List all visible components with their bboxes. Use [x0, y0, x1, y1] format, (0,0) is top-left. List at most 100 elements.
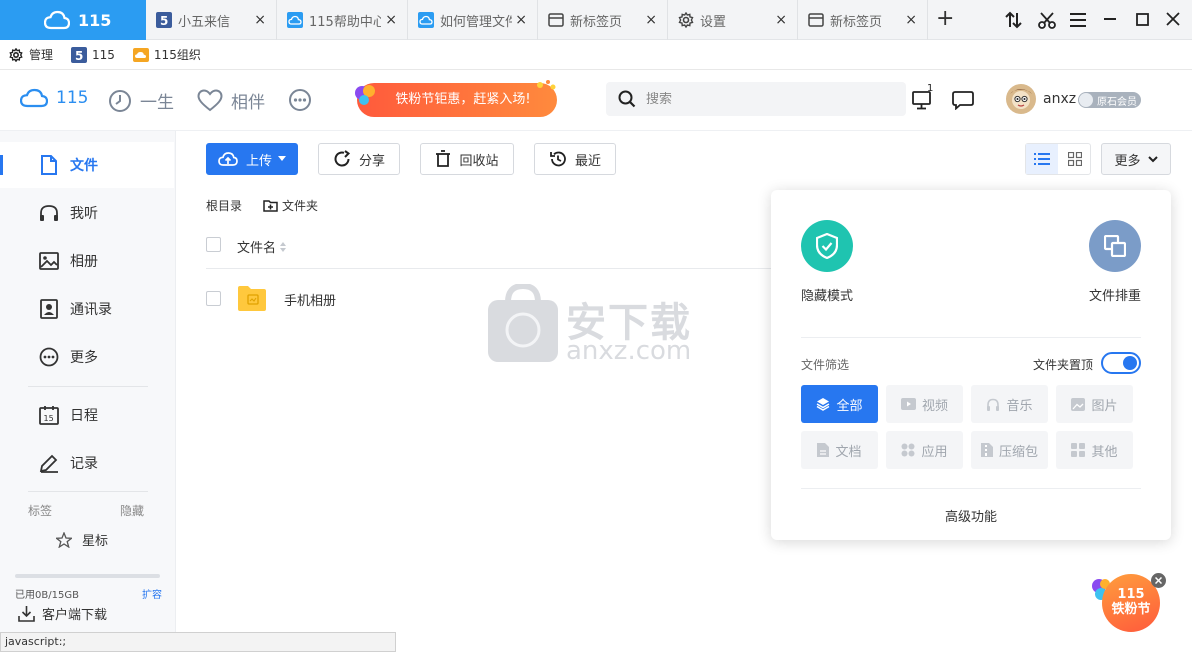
file-dedup-label[interactable]: 文件排重 [1089, 285, 1141, 304]
search-box[interactable] [606, 82, 906, 116]
client-download[interactable]: 客户端下载 [18, 604, 107, 623]
file-name[interactable]: 手机相册 [284, 290, 336, 309]
115-logo-icon: 5 [156, 12, 172, 28]
recent-button[interactable]: 最近 [534, 143, 616, 175]
promo-banner[interactable]: 铁粉节钜惠，赶紧入场! [352, 78, 558, 120]
filter-picture[interactable]: 图片 [1056, 385, 1133, 423]
filter-apps[interactable]: 应用 [886, 431, 963, 469]
hide-tags-link[interactable]: 隐藏 [120, 502, 144, 519]
svg-text:15: 15 [44, 414, 54, 423]
history-icon [549, 150, 567, 168]
advanced-features-link[interactable]: 高级功能 [771, 506, 1171, 525]
nav-115[interactable]: 115 [20, 88, 88, 108]
close-tab-icon[interactable]: × [775, 12, 787, 28]
fan-festival-badge[interactable]: 115 铁粉节 [1090, 570, 1168, 636]
share-icon [333, 150, 351, 168]
other-icon [1071, 443, 1086, 457]
storage-used: 已用0B/15GB [15, 590, 79, 601]
message-icon[interactable] [952, 90, 974, 110]
sidebar-item-listen[interactable]: 我听 [0, 190, 174, 236]
filter-other[interactable]: 其他 [1056, 431, 1133, 469]
sidebar-divider [28, 491, 148, 492]
sidebar-item-record[interactable]: 记录 [0, 440, 174, 486]
more-button[interactable]: 更多 [1101, 143, 1171, 175]
minimize-icon[interactable] [1104, 18, 1116, 22]
sidebar-item-files[interactable]: 文件 [0, 142, 174, 188]
maximize-icon[interactable] [1136, 13, 1149, 26]
username[interactable]: anxz [1043, 91, 1076, 107]
close-badge-icon[interactable] [1151, 573, 1166, 588]
tab-115[interactable]: 115 [0, 0, 146, 40]
tab-newtab-2[interactable]: 新标签页 × [798, 0, 928, 40]
filter-video[interactable]: 视频 [886, 385, 963, 423]
more-circle-icon[interactable] [288, 88, 312, 112]
tab-xiaowu[interactable]: 5 小五来信 × [146, 0, 277, 40]
new-tab-button[interactable]: + [936, 6, 954, 31]
tab-newtab[interactable]: 新标签页 × [538, 0, 668, 40]
file-icon [38, 155, 60, 175]
window-icon [808, 12, 824, 28]
sidebar-item-contacts[interactable]: 通讯录 [0, 286, 174, 332]
filter-all[interactable]: 全部 [801, 385, 878, 423]
hidden-mode-button[interactable] [801, 220, 853, 272]
nav-yisheng[interactable]: 一生 [108, 88, 174, 113]
filter-zip[interactable]: 压缩包 [971, 431, 1048, 469]
sidebar-item-schedule[interactable]: 15 日程 [0, 392, 174, 438]
list-view-icon[interactable] [1026, 144, 1058, 174]
close-tab-icon[interactable]: × [385, 12, 397, 28]
caret-down-icon [278, 156, 286, 162]
bookmark-manage[interactable]: 管理 [8, 46, 53, 63]
cloud-icon [287, 12, 303, 28]
tab-settings[interactable]: 设置 × [668, 0, 798, 40]
close-tab-icon[interactable]: × [905, 12, 917, 28]
cloud-icon [20, 88, 48, 108]
tab-manage[interactable]: 如何管理文件 × [408, 0, 538, 40]
upload-button[interactable]: 上传 [206, 143, 298, 175]
star-tag[interactable]: 星标 [56, 530, 108, 549]
close-tab-icon[interactable]: × [515, 12, 527, 28]
file-dedup-button[interactable] [1089, 220, 1141, 272]
expand-link[interactable]: 扩容 [142, 586, 162, 601]
close-tab-icon[interactable]: × [645, 12, 657, 28]
scissors-icon[interactable] [1038, 11, 1056, 29]
cloud-icon [44, 9, 70, 31]
new-folder-button[interactable]: 文件夹 [263, 197, 318, 214]
grid-view-icon[interactable] [1059, 144, 1091, 174]
folder-top-label: 文件夹置顶 [1033, 358, 1094, 372]
sidebar-item-album[interactable]: 相册 [0, 238, 174, 284]
svg-text:5: 5 [160, 14, 168, 28]
music-icon [986, 398, 1000, 411]
recycle-bin-button[interactable]: 回收站 [420, 143, 514, 175]
bookmark-115-org[interactable]: 115组织 [132, 46, 201, 63]
breadcrumb-root[interactable]: 根目录 [206, 197, 242, 214]
headphone-icon [38, 204, 60, 222]
sort-arrows-icon[interactable] [1005, 11, 1023, 29]
image-icon [38, 252, 60, 270]
close-tab-icon[interactable]: × [254, 12, 266, 28]
row-checkbox[interactable] [206, 291, 221, 306]
more-menu-popup: 隐藏模式 文件排重 文件筛选 文件夹置顶 全部 视频 音乐 图片 文档 应用 压… [771, 190, 1171, 540]
search-input[interactable] [646, 91, 886, 107]
sidebar-item-more[interactable]: 更多 [0, 334, 174, 380]
folder-icon [237, 284, 267, 312]
apps-icon [901, 443, 915, 457]
hidden-mode-label[interactable]: 隐藏模式 [801, 285, 853, 304]
sort-icon [280, 241, 287, 252]
menu-icon[interactable] [1070, 12, 1086, 28]
filter-music[interactable]: 音乐 [971, 385, 1048, 423]
balloon-icon [355, 85, 375, 105]
nav-xiangban[interactable]: 相伴 [197, 88, 265, 113]
contact-icon [38, 299, 60, 319]
video-icon [900, 398, 916, 410]
folder-top-toggle[interactable] [1101, 352, 1141, 374]
close-window-icon[interactable] [1166, 12, 1180, 26]
column-name-header[interactable]: 文件名 [237, 237, 287, 256]
sidebar-divider [28, 386, 148, 387]
select-all-checkbox[interactable] [206, 237, 221, 252]
bookmark-115[interactable]: 5 115 [71, 46, 115, 63]
avatar[interactable] [1006, 84, 1036, 114]
member-badge[interactable]: 原石会员 [1078, 92, 1141, 108]
tab-help[interactable]: 115帮助中心 × [277, 0, 408, 40]
share-button[interactable]: 分享 [318, 143, 400, 175]
filter-doc[interactable]: 文档 [801, 431, 878, 469]
